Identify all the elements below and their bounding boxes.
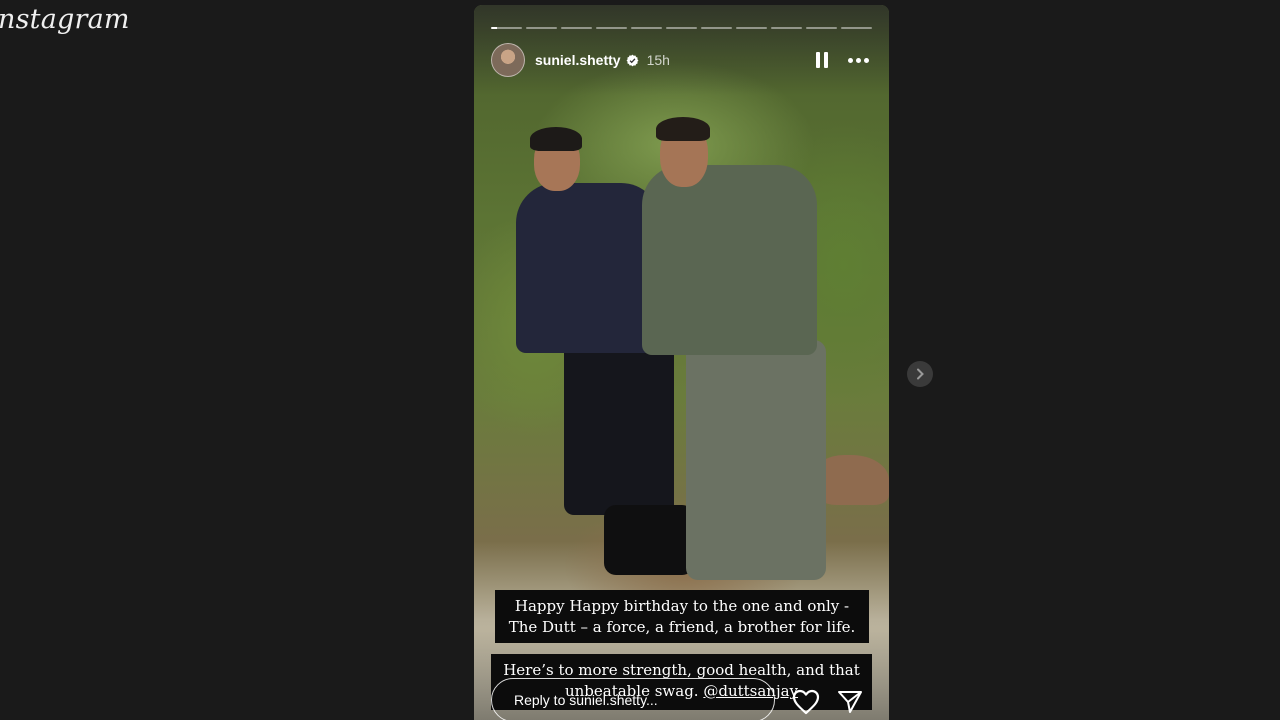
progress-segment — [736, 27, 767, 29]
send-icon[interactable] — [837, 689, 863, 715]
story-progress-bar — [491, 27, 872, 29]
caption-line: Happy Happy birthday to the one and only… — [514, 597, 850, 615]
progress-segment — [841, 27, 872, 29]
next-story-button[interactable] — [907, 361, 933, 387]
progress-segment — [631, 27, 662, 29]
progress-segment — [491, 27, 522, 29]
pause-icon[interactable] — [816, 51, 830, 69]
progress-segment — [526, 27, 557, 29]
progress-segment — [561, 27, 592, 29]
story-header: suniel.shetty 15h — [491, 42, 872, 78]
more-options-icon[interactable] — [848, 57, 872, 63]
chevron-right-icon — [917, 368, 924, 380]
progress-segment — [596, 27, 627, 29]
instagram-logo[interactable]: nstagram — [0, 4, 130, 35]
heart-icon[interactable] — [792, 689, 820, 715]
username[interactable]: suniel.shetty — [535, 52, 621, 68]
caption-line: The Dutt – a force, a friend, a brother … — [508, 618, 856, 636]
avatar[interactable] — [491, 43, 525, 77]
progress-segment — [806, 27, 837, 29]
story-caption-1: Happy Happy birthday to the one and only… — [495, 590, 869, 643]
post-time: 15h — [646, 52, 670, 68]
progress-segment — [771, 27, 802, 29]
reply-input[interactable]: Reply to suniel.shetty... — [491, 678, 775, 720]
verified-badge-icon — [626, 54, 639, 66]
progress-segment — [666, 27, 697, 29]
story-viewer[interactable]: suniel.shetty 15h Happy Happy birthday t… — [474, 5, 889, 720]
progress-segment — [701, 27, 732, 29]
reply-placeholder: Reply to suniel.shetty... — [514, 692, 658, 708]
